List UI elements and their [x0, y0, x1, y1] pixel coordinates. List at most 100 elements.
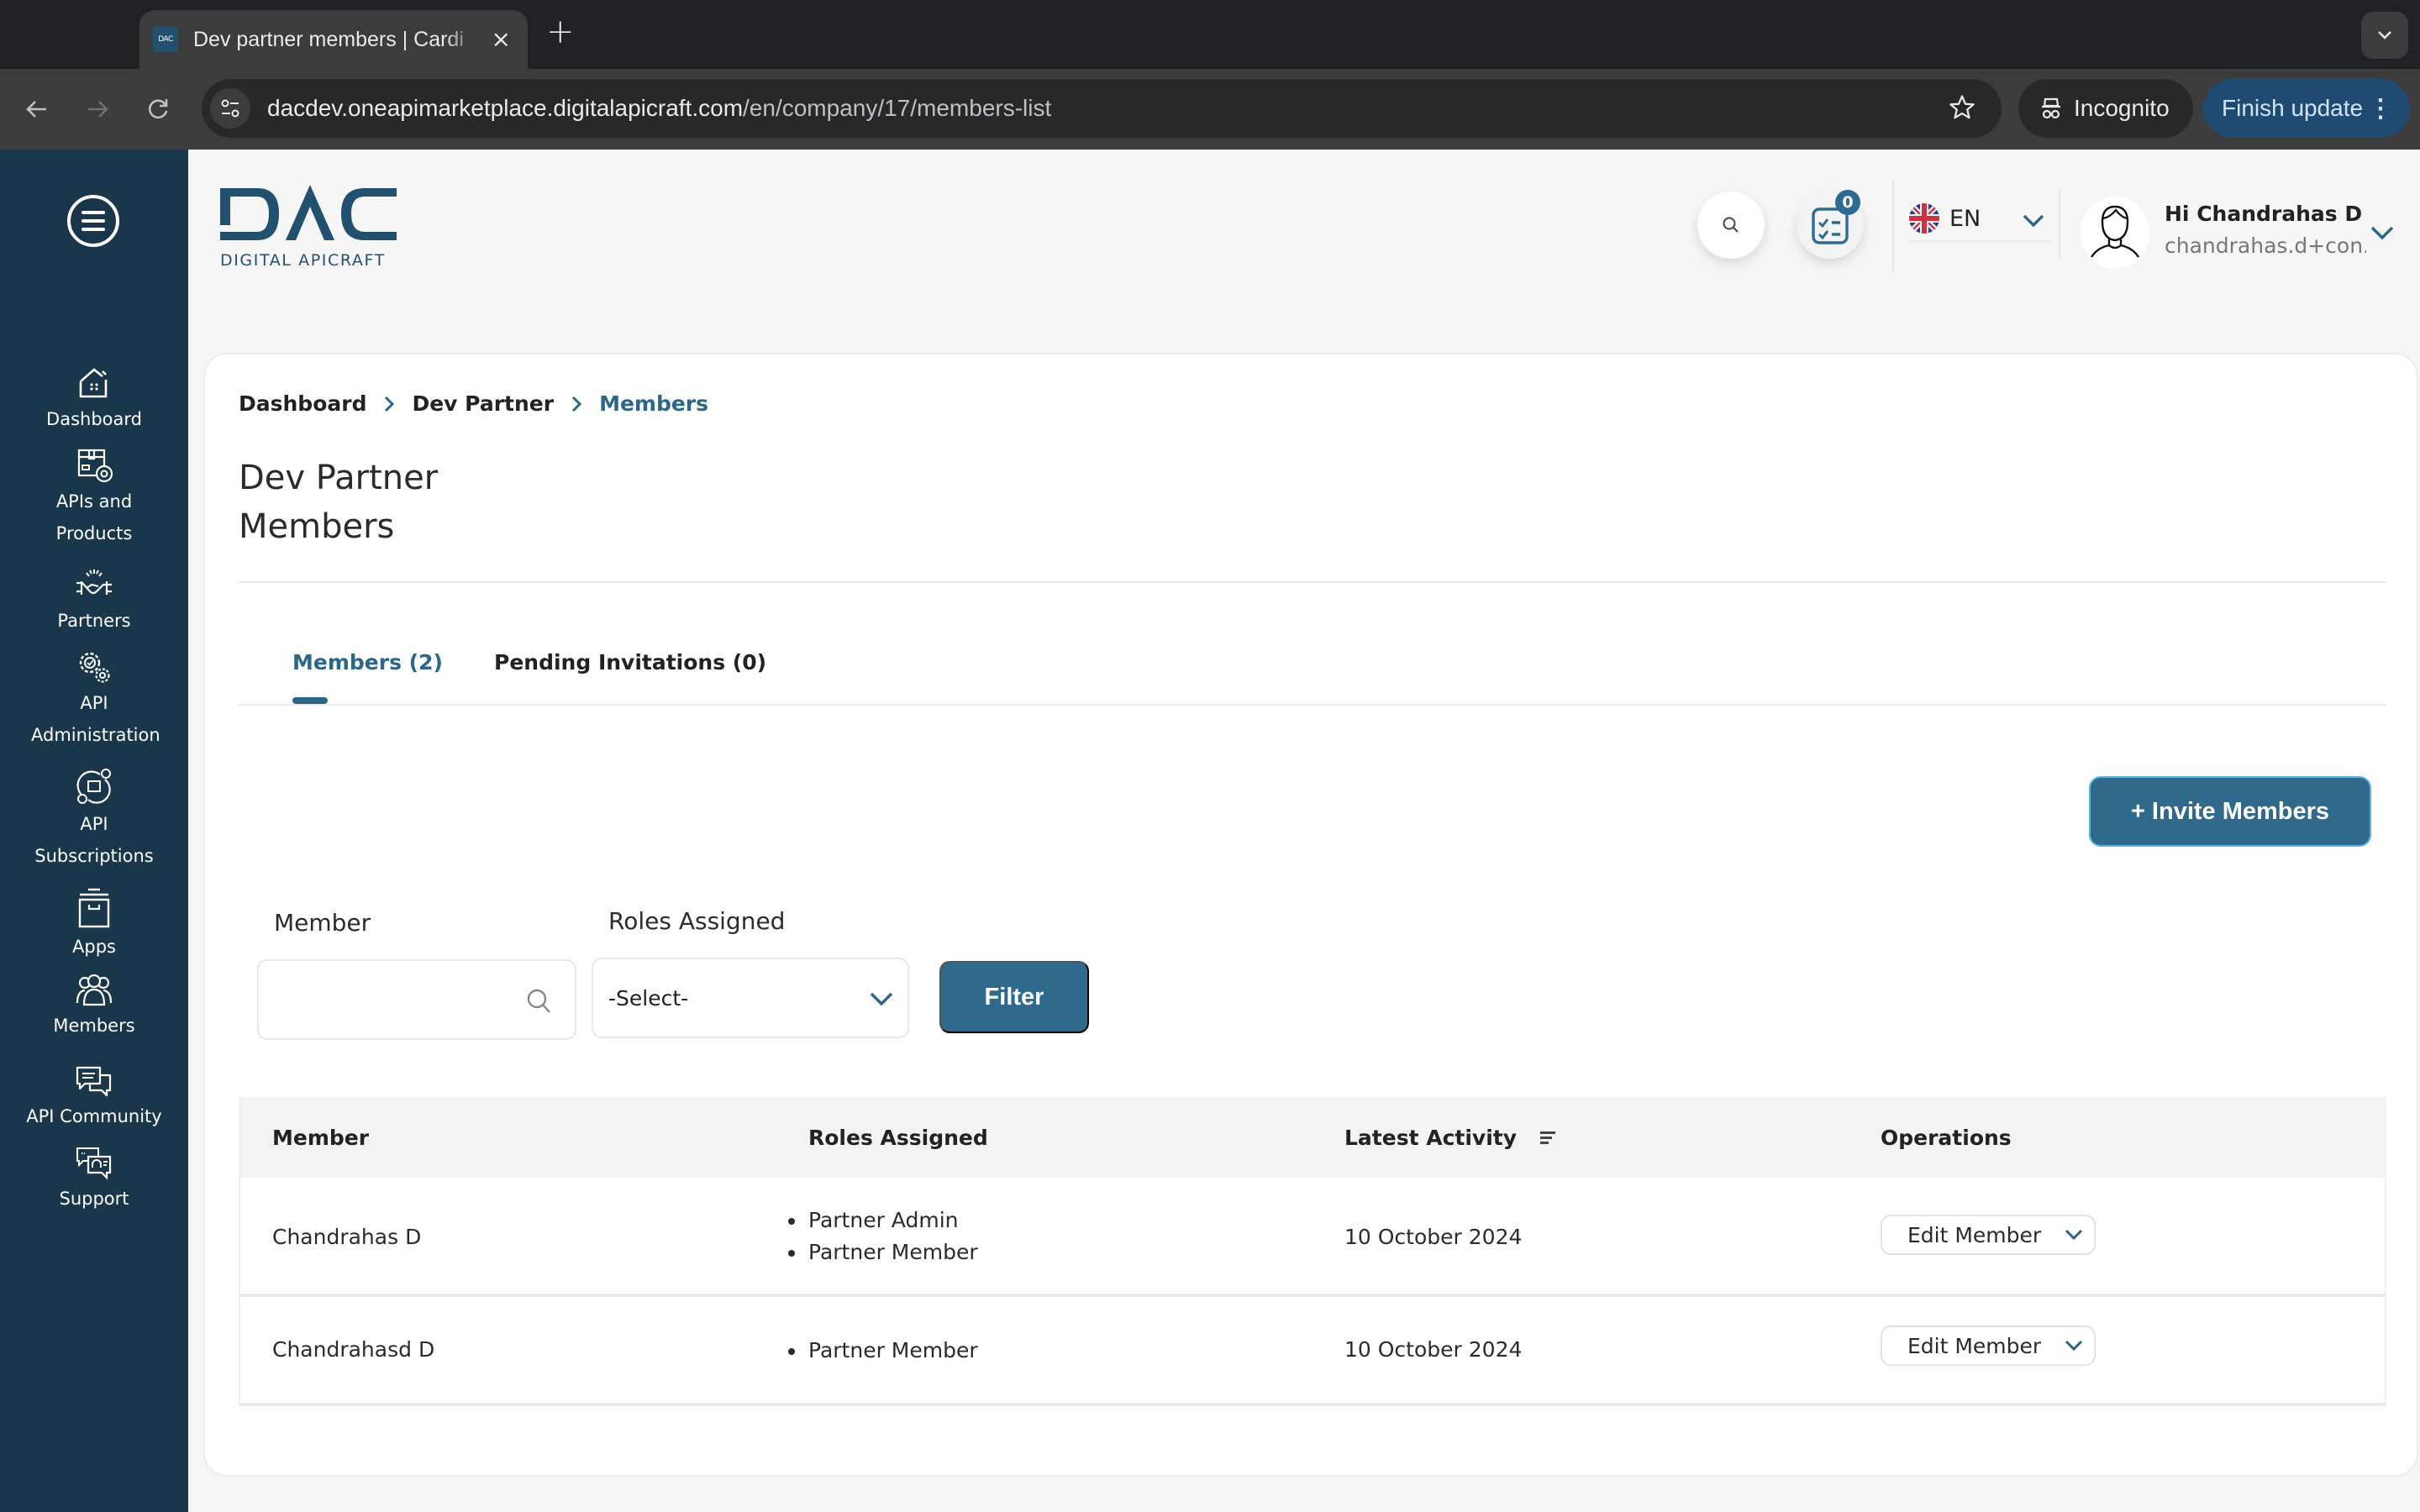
roles-list: Partner Admin Partner Member [786, 1205, 978, 1268]
tab-title: Dev partner members | Cardi [193, 27, 464, 51]
roles-select-value: -Select- [608, 985, 689, 1011]
sidebar-item-api-administration[interactable]: API Administration [0, 648, 188, 751]
chevron-down-icon [870, 992, 893, 1006]
member-filter-label: Member [274, 909, 371, 937]
tab-members[interactable]: Members (2) [292, 650, 443, 675]
sidebar-item-label: Support [59, 1189, 129, 1209]
table-row: Chandrahas D Partner Admin Partner Membe… [239, 1178, 2386, 1297]
divider [239, 581, 2386, 583]
search-icon [1723, 217, 1739, 233]
sidebar-item-api-community[interactable]: API Community [0, 1065, 188, 1132]
page-title-line-1: Dev Partner [239, 459, 439, 497]
chat-bubbles-icon [76, 1066, 112, 1097]
sidebar-item-partners[interactable]: Partners [0, 566, 188, 637]
tab-search-chevron-icon[interactable] [2361, 12, 2408, 59]
column-header-roles: Roles Assigned [808, 1125, 988, 1150]
forward-arrow-icon[interactable] [76, 87, 119, 131]
sidebar-item-label: Dashboard [46, 409, 142, 429]
role-item: Partner Member [786, 1335, 978, 1367]
url-text: dacdev.oneapimarketplace.digitalapicraft… [267, 95, 1052, 121]
edit-member-dropdown[interactable]: Edit Member [1881, 1326, 2096, 1366]
column-header-latest-activity-label: Latest Activity [1344, 1125, 1518, 1150]
uk-flag-icon [1909, 203, 1939, 234]
top-header: DIGITAL APICRAFT 0 EN Hi Chandrahas D ch… [188, 150, 2420, 326]
members-group-icon [76, 974, 113, 1006]
roles-list: Partner Member [786, 1335, 978, 1367]
browser-tab-strip: DAC Dev partner members | Cardi × + [0, 0, 2420, 69]
column-header-member: Member [272, 1125, 370, 1150]
tasks-count-badge: 0 [1835, 190, 1860, 215]
incognito-icon [2042, 97, 2060, 119]
bookmark-star-icon[interactable] [1948, 93, 1976, 125]
api-products-icon [77, 449, 113, 483]
user-greeting: Hi Chandrahas D [2165, 202, 2363, 226]
filter-button[interactable]: Filter [939, 961, 1089, 1033]
roles-select[interactable]: -Select- [592, 958, 909, 1038]
sidebar-item-api-subscriptions[interactable]: API Subscriptions [0, 768, 188, 872]
sidebar-item-support[interactable]: Support [0, 1146, 188, 1215]
gears-icon [79, 652, 110, 683]
incognito-label: Incognito [2074, 95, 2170, 121]
sidebar-item-label: API Subscriptions [34, 814, 154, 866]
sidebar-item-members[interactable]: Members [0, 973, 188, 1042]
user-menu-chevron-down-icon[interactable] [2370, 225, 2395, 245]
incognito-indicator[interactable]: Incognito [2018, 79, 2193, 138]
finish-update-label: Finish update [2222, 95, 2364, 121]
role-item: Partner Member [786, 1236, 978, 1268]
header-divider [1892, 181, 1894, 272]
sidebar-item-apps[interactable]: Apps [0, 887, 188, 963]
member-search-input[interactable] [259, 961, 511, 1038]
tab-pending-invitations[interactable]: Pending Invitations (0) [494, 650, 766, 675]
column-header-operations: Operations [1881, 1125, 2012, 1150]
latest-activity: 10 October 2024 [1344, 1337, 1523, 1362]
sort-icon[interactable] [1540, 1131, 1556, 1144]
archive-box-icon [78, 888, 110, 928]
more-vertical-icon[interactable]: ⋮ [2368, 94, 2393, 123]
edit-member-label: Edit Member [1907, 1333, 2042, 1358]
back-arrow-icon[interactable] [15, 87, 59, 131]
tabs-divider [239, 704, 2386, 706]
tasks-button[interactable]: 0 [1797, 190, 1864, 259]
finish-update-button[interactable]: Finish update ⋮ [2203, 79, 2410, 138]
member-name: Chandrahasd D [272, 1337, 435, 1362]
chevron-down-icon [2065, 1340, 2083, 1352]
browser-tab[interactable]: DAC Dev partner members | Cardi × [139, 10, 528, 69]
edit-member-label: Edit Member [1907, 1222, 2042, 1247]
sidebar-item-apis-and-products[interactable]: APIs and Products [0, 447, 188, 549]
hamburger-menu-icon[interactable] [67, 195, 119, 247]
language-chevron-down-icon[interactable] [2022, 213, 2045, 232]
address-bar[interactable]: dacdev.oneapimarketplace.digitalapicraft… [202, 79, 2002, 138]
reload-icon[interactable] [136, 87, 180, 131]
breadcrumb-chevron-right-icon [383, 395, 395, 413]
user-profile-icon [2090, 205, 2140, 258]
roles-filter-label: Roles Assigned [608, 907, 786, 935]
members-table: Member Roles Assigned Latest Activity Op… [239, 1097, 2386, 1406]
column-header-latest-activity[interactable]: Latest Activity [1344, 1125, 1556, 1150]
sidebar-item-label: Partners [57, 611, 131, 631]
breadcrumb-dev-partner[interactable]: Dev Partner [412, 391, 554, 416]
global-search-button[interactable] [1697, 192, 1765, 259]
sidebar-item-label: API Administration [31, 693, 160, 745]
close-tab-icon[interactable]: × [492, 28, 511, 51]
sidebar-item-label: Members [53, 1016, 135, 1036]
handshake-icon [76, 570, 112, 595]
invite-members-button[interactable]: + Invite Members [2089, 776, 2371, 847]
active-tab-indicator [292, 697, 328, 704]
edit-member-dropdown[interactable]: Edit Member [1881, 1215, 2096, 1255]
sidebar-item-label: API Community [26, 1106, 162, 1126]
sidebar-item-dashboard[interactable]: Dashboard [0, 365, 188, 435]
latest-activity: 10 October 2024 [1344, 1225, 1523, 1249]
table-row: Chandrahasd D Partner Member 10 October … [239, 1297, 2386, 1406]
sidebar: Dashboard APIs and Products Partners API… [0, 150, 188, 1512]
breadcrumb-dashboard[interactable]: Dashboard [239, 391, 366, 416]
user-avatar[interactable] [2081, 197, 2149, 269]
site-settings-icon[interactable] [210, 88, 250, 129]
new-tab-icon[interactable]: + [546, 15, 575, 49]
member-search-field[interactable] [257, 959, 576, 1040]
role-item: Partner Admin [786, 1205, 978, 1236]
browser-toolbar: dacdev.oneapimarketplace.digitalapicraft… [0, 69, 2420, 150]
table-header: Member Roles Assigned Latest Activity Op… [239, 1097, 2386, 1178]
dac-logo[interactable]: DIGITAL APICRAFT [220, 185, 397, 272]
logo-subtitle: DIGITAL APICRAFT [220, 251, 386, 269]
user-email: chandrahas.d+con... [2165, 234, 2366, 258]
